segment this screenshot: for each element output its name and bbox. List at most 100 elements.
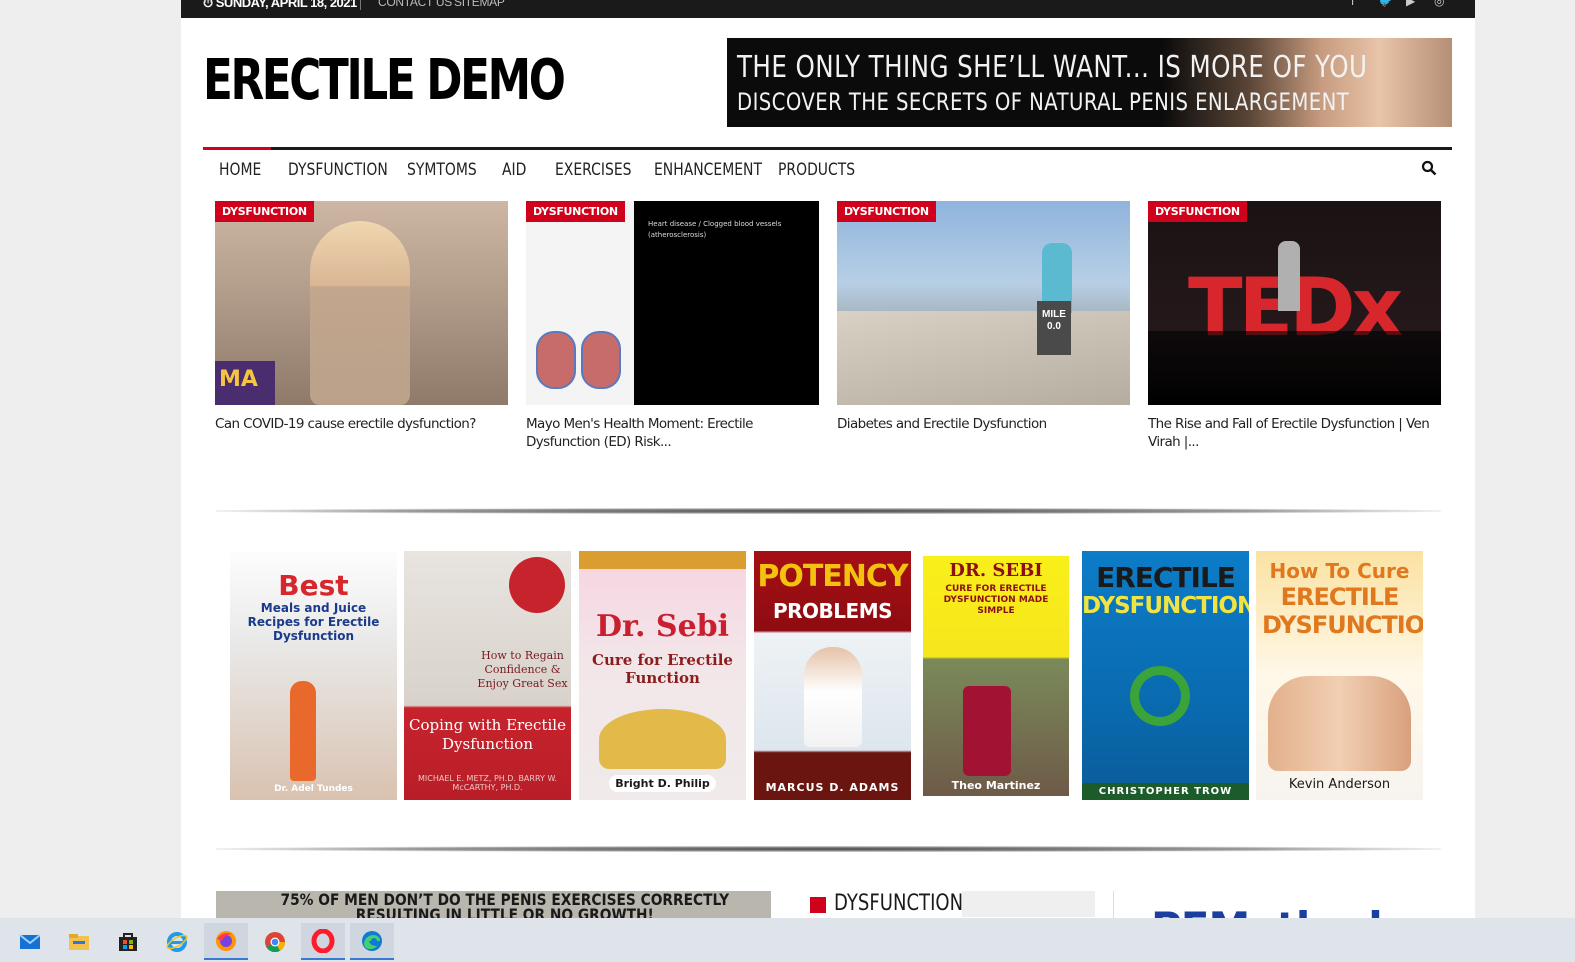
book-cover[interactable]: Best Meals and Juice Recipes for Erectil…: [230, 551, 397, 800]
opera-icon[interactable]: [301, 923, 345, 960]
book-cover[interactable]: ERECTILE DYSFUNCTION CHRISTOPHER TROW: [1082, 551, 1249, 800]
book-title: POTENCY: [757, 559, 908, 594]
search-icon[interactable]: [1421, 160, 1437, 181]
mail-icon[interactable]: [8, 923, 52, 960]
badge-circle: [509, 557, 565, 613]
juice-glass-image: [963, 686, 1011, 776]
male-symbol-image: [1130, 666, 1190, 726]
book-title: Best: [278, 569, 349, 602]
contact-us-link[interactable]: CONTACT US: [378, 0, 452, 9]
nav-item-home[interactable]: HOME: [219, 160, 261, 180]
book-title: DR. SEBI: [949, 560, 1043, 581]
thumb-overlay-text: MA: [219, 367, 258, 392]
post-title[interactable]: Mayo Men's Health Moment: Erectile Dysfu…: [526, 415, 819, 451]
nav-item-dysfunction[interactable]: DYSFUNCTION: [288, 160, 388, 180]
doctor-image: [804, 647, 862, 747]
post-title[interactable]: The Rise and Fall of Erectile Dysfunctio…: [1148, 415, 1441, 451]
book-subtitle: Cure for Erectile Function: [592, 651, 733, 687]
nav-item-symtoms[interactable]: SYMTOMS: [407, 160, 477, 180]
post-thumbnail[interactable]: TEDx DYSFUNCTION: [1148, 201, 1441, 405]
section-heading-marker: [810, 897, 826, 913]
section-divider: [216, 508, 1441, 514]
book-title: Dr. Sebi: [595, 609, 730, 644]
audience: [1148, 331, 1441, 405]
nav-item-exercises[interactable]: EXERCISES: [555, 160, 632, 180]
book-subtitle: PROBLEMS: [772, 599, 893, 623]
youtube-icon[interactable]: ▶: [1406, 0, 1415, 8]
book-author: CHRISTOPHER TROW: [1082, 783, 1249, 800]
book-subtitle: CURE FOR ERECTILE DYSFUNCTION MADE SIMPL…: [943, 584, 1049, 616]
mile-marker: MILE 0.0: [1037, 301, 1071, 355]
section-heading-bar: [962, 891, 1095, 917]
post-card[interactable]: Heart disease / Clogged blood vessels (a…: [526, 201, 819, 451]
date-text: ⏱ SUNDAY, APRIL 18, 2021: [203, 0, 357, 11]
section-heading: DYSFUNCTION: [810, 891, 1095, 921]
banner-line-2: DISCOVER THE SECRETS OF NATURAL PENIS EN…: [737, 88, 1350, 116]
page-container: ⏱ SUNDAY, APRIL 18, 2021 CONTACT US SITE…: [181, 0, 1475, 962]
nav-item-enhancement[interactable]: ENHANCEMENT: [654, 160, 762, 180]
presenter-figure: [310, 221, 410, 405]
slide-diagram: [536, 331, 576, 389]
file-explorer-icon[interactable]: [57, 923, 101, 960]
firefox-icon[interactable]: [204, 923, 248, 960]
book-title: Coping with Erectile Dysfunction: [409, 716, 566, 753]
edge-icon[interactable]: [350, 923, 394, 960]
post-title[interactable]: Diabetes and Erectile Dysfunction: [837, 415, 1130, 433]
category-badge[interactable]: DYSFUNCTION: [1148, 201, 1247, 222]
post-thumbnail[interactable]: Heart disease / Clogged blood vessels (a…: [526, 201, 819, 405]
nav-rule: [203, 147, 1452, 150]
category-badge[interactable]: DYSFUNCTION: [526, 201, 625, 222]
column-divider: [1113, 891, 1114, 921]
book-photo: [599, 709, 726, 769]
banner-line-1: THE ONLY THING SHE’LL WANT... IS MORE OF…: [737, 50, 1368, 85]
category-badge[interactable]: DYSFUNCTION: [837, 201, 936, 222]
post-card[interactable]: MA DYSFUNCTION Can COVID-19 cause erecti…: [215, 201, 508, 433]
twitter-icon[interactable]: 🐦: [1378, 0, 1393, 8]
book-subtitle: Meals and Juice Recipes for Erectile Dys…: [247, 601, 380, 643]
post-card[interactable]: TEDx DYSFUNCTION The Rise and Fall of Er…: [1148, 201, 1441, 451]
book-subtitle: DYSFUNCTION: [1082, 593, 1249, 619]
top-bar: ⏱ SUNDAY, APRIL 18, 2021 CONTACT US SITE…: [181, 0, 1475, 18]
post-card[interactable]: MILE 0.0 DYSFUNCTION Diabetes and Erecti…: [837, 201, 1130, 433]
book-author: MARCUS D. ADAMS: [765, 781, 900, 794]
book-author: Kevin Anderson: [1288, 777, 1391, 792]
taskbar: [0, 918, 1575, 962]
nav-active-indicator: [203, 147, 271, 150]
slide-diagram: [581, 331, 621, 389]
couple-image: [1268, 676, 1411, 771]
book-title: How To Cure: [1269, 559, 1410, 583]
store-icon[interactable]: [106, 923, 150, 960]
instagram-icon[interactable]: ◎: [1434, 0, 1444, 8]
book-author: MICHAEL E. METZ, PH.D. BARRY W. McCARTHY…: [418, 774, 557, 792]
nav-item-aid[interactable]: AID: [502, 160, 526, 180]
book-cover[interactable]: Dr. Sebi Cure for Erectile Function Brig…: [579, 551, 746, 800]
book-author: Theo Martinez: [951, 779, 1041, 792]
speaker-figure: [1278, 241, 1300, 311]
book-subtitle: ERECTILE DYSFUNCTION: [1262, 583, 1423, 639]
section-heading-text: DYSFUNCTION: [834, 891, 964, 916]
post-thumbnail[interactable]: MA DYSFUNCTION: [215, 201, 508, 405]
sitemap-link[interactable]: SITEMAP: [454, 0, 505, 9]
site-logo[interactable]: ERECTILE DEMO: [203, 48, 566, 113]
facebook-icon[interactable]: f: [1351, 0, 1354, 8]
post-title[interactable]: Can COVID-19 cause erectile dysfunction?: [215, 415, 508, 433]
slide-text: Heart disease / Clogged blood vessels (a…: [648, 220, 782, 239]
ad-banner[interactable]: THE ONLY THING SHE’LL WANT... IS MORE OF…: [727, 38, 1452, 127]
book-title: ERECTILE: [1096, 561, 1236, 594]
promo-text: 75% OF MEN DON’T DO THE PENIS EXERCISES …: [280, 891, 730, 922]
internet-explorer-icon[interactable]: [155, 923, 199, 960]
carrot-image: [290, 681, 316, 781]
book-subtitle: How to Regain Confidence & Enjoy Great S…: [477, 649, 568, 690]
promo-banner[interactable]: 75% OF MEN DON’T DO THE PENIS EXERCISES …: [216, 891, 771, 921]
post-thumbnail[interactable]: MILE 0.0 DYSFUNCTION: [837, 201, 1130, 405]
beach-walk: [837, 311, 1130, 405]
book-cover[interactable]: How to Regain Confidence & Enjoy Great S…: [404, 551, 571, 800]
book-cover[interactable]: POTENCY PROBLEMS MARCUS D. ADAMS: [754, 551, 911, 800]
book-cover[interactable]: How To Cure ERECTILE DYSFUNCTION Kevin A…: [1256, 551, 1423, 800]
section-divider: [216, 846, 1441, 852]
nav-item-products[interactable]: PRODUCTS: [778, 160, 855, 180]
category-badge[interactable]: DYSFUNCTION: [215, 201, 314, 222]
book-cover[interactable]: DR. SEBI CURE FOR ERECTILE DYSFUNCTION M…: [923, 556, 1069, 796]
chrome-icon[interactable]: [253, 923, 297, 960]
book-author: Bright D. Philip: [609, 775, 716, 792]
